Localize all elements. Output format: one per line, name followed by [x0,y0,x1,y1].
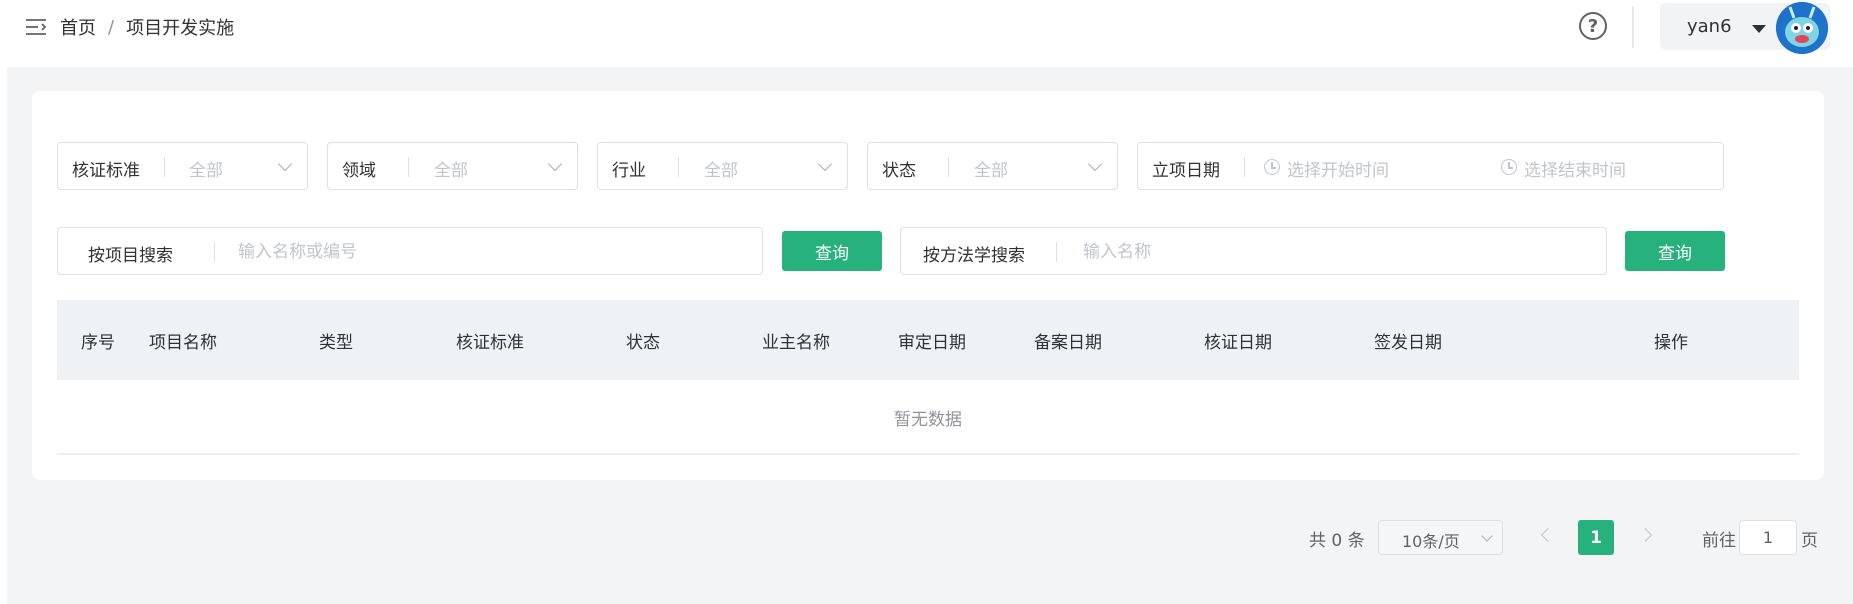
filter-domain-value: 全部 [434,161,468,181]
search-project-button[interactable]: 查询 [782,231,882,271]
column-header: 审定日期 [898,333,966,353]
chevron-down-icon [1481,530,1493,542]
search-separator [1056,242,1057,262]
column-header: 状态 [626,333,660,353]
filter-date-range[interactable]: 立项日期 选择开始时间 选择结束时间 [1137,142,1724,190]
pagination-total: 共 0 条 [1309,531,1365,551]
search-project: 按项目搜索 [57,227,763,275]
breadcrumb: 首页 / 项目开发实施 [60,14,234,40]
chevron-down-icon [547,156,563,172]
goto-page-input[interactable] [1739,520,1797,555]
table-header: 序号 项目名称 类型 核证标准 状态 业主名称 审定日期 备案日期 核证日期 签… [57,300,1799,380]
avatar[interactable] [1776,2,1828,54]
filter-status[interactable]: 状态 全部 [867,142,1118,190]
filter-separator [408,157,409,177]
filter-status-value: 全部 [974,161,1008,181]
search-methodology-input[interactable] [1083,238,1583,266]
table-empty-text: 暂无数据 [894,409,962,430]
column-header: 业主名称 [762,333,830,353]
column-header: 备案日期 [1034,333,1102,353]
scrollbar[interactable] [1843,67,1853,604]
column-header: 序号 [81,333,115,353]
filter-separator [678,157,679,177]
page-size-select[interactable]: 10条/页 [1378,520,1503,555]
filter-status-label: 状态 [882,161,916,181]
filter-standard-label: 核证标准 [72,161,140,181]
filter-industry-value: 全部 [704,161,738,181]
search-project-label: 按项目搜索 [88,246,173,266]
filter-standard-value: 全部 [189,161,223,181]
clock-icon [1264,159,1280,175]
chevron-down-icon [277,156,293,172]
cartoon-avatar-icon [1776,2,1828,54]
search-methodology-button[interactable]: 查询 [1625,231,1725,271]
help-icon[interactable]: ? [1579,12,1607,40]
search-separator [214,242,215,262]
goto-label: 前往 [1702,531,1736,551]
filter-date-label: 立项日期 [1152,161,1220,181]
chevron-down-icon [1087,156,1103,172]
filter-standard[interactable]: 核证标准 全部 [57,142,308,190]
page-number-button[interactable]: 1 [1578,520,1614,555]
top-header: 首页 / 项目开发实施 ? yan6 [0,0,1853,67]
search-methodology-label: 按方法学搜索 [923,246,1025,266]
user-name: yan6 [1687,16,1732,37]
chevron-down-icon [817,156,833,172]
caret-down-icon [1752,25,1766,33]
filter-domain[interactable]: 领域 全部 [327,142,578,190]
filter-domain-label: 领域 [342,161,376,181]
filter-industry[interactable]: 行业 全部 [597,142,848,190]
column-header: 项目名称 [149,333,217,353]
search-methodology: 按方法学搜索 [900,227,1607,275]
column-header: 类型 [319,333,353,353]
column-header: 核证标准 [456,333,524,353]
breadcrumb-home-link[interactable]: 首页 [60,14,96,40]
column-header: 核证日期 [1204,333,1272,353]
page-unit-label: 页 [1801,531,1818,551]
column-header: 操作 [1654,333,1688,353]
column-header: 签发日期 [1374,333,1442,353]
header-divider [1632,6,1634,48]
date-end-input[interactable]: 选择结束时间 [1524,156,1626,181]
clock-icon [1501,159,1517,175]
filter-separator [164,157,165,177]
search-project-input[interactable] [238,238,738,266]
filter-separator [1244,157,1245,177]
filter-separator [948,157,949,177]
breadcrumb-separator: / [108,16,115,38]
table-bottom-border [57,453,1799,455]
page-size-value: 10条/页 [1402,532,1460,551]
filter-industry-label: 行业 [612,161,646,181]
breadcrumb-current: 项目开发实施 [126,18,235,39]
date-start-input[interactable]: 选择开始时间 [1287,156,1389,181]
menu-toggle-icon[interactable] [26,18,48,36]
